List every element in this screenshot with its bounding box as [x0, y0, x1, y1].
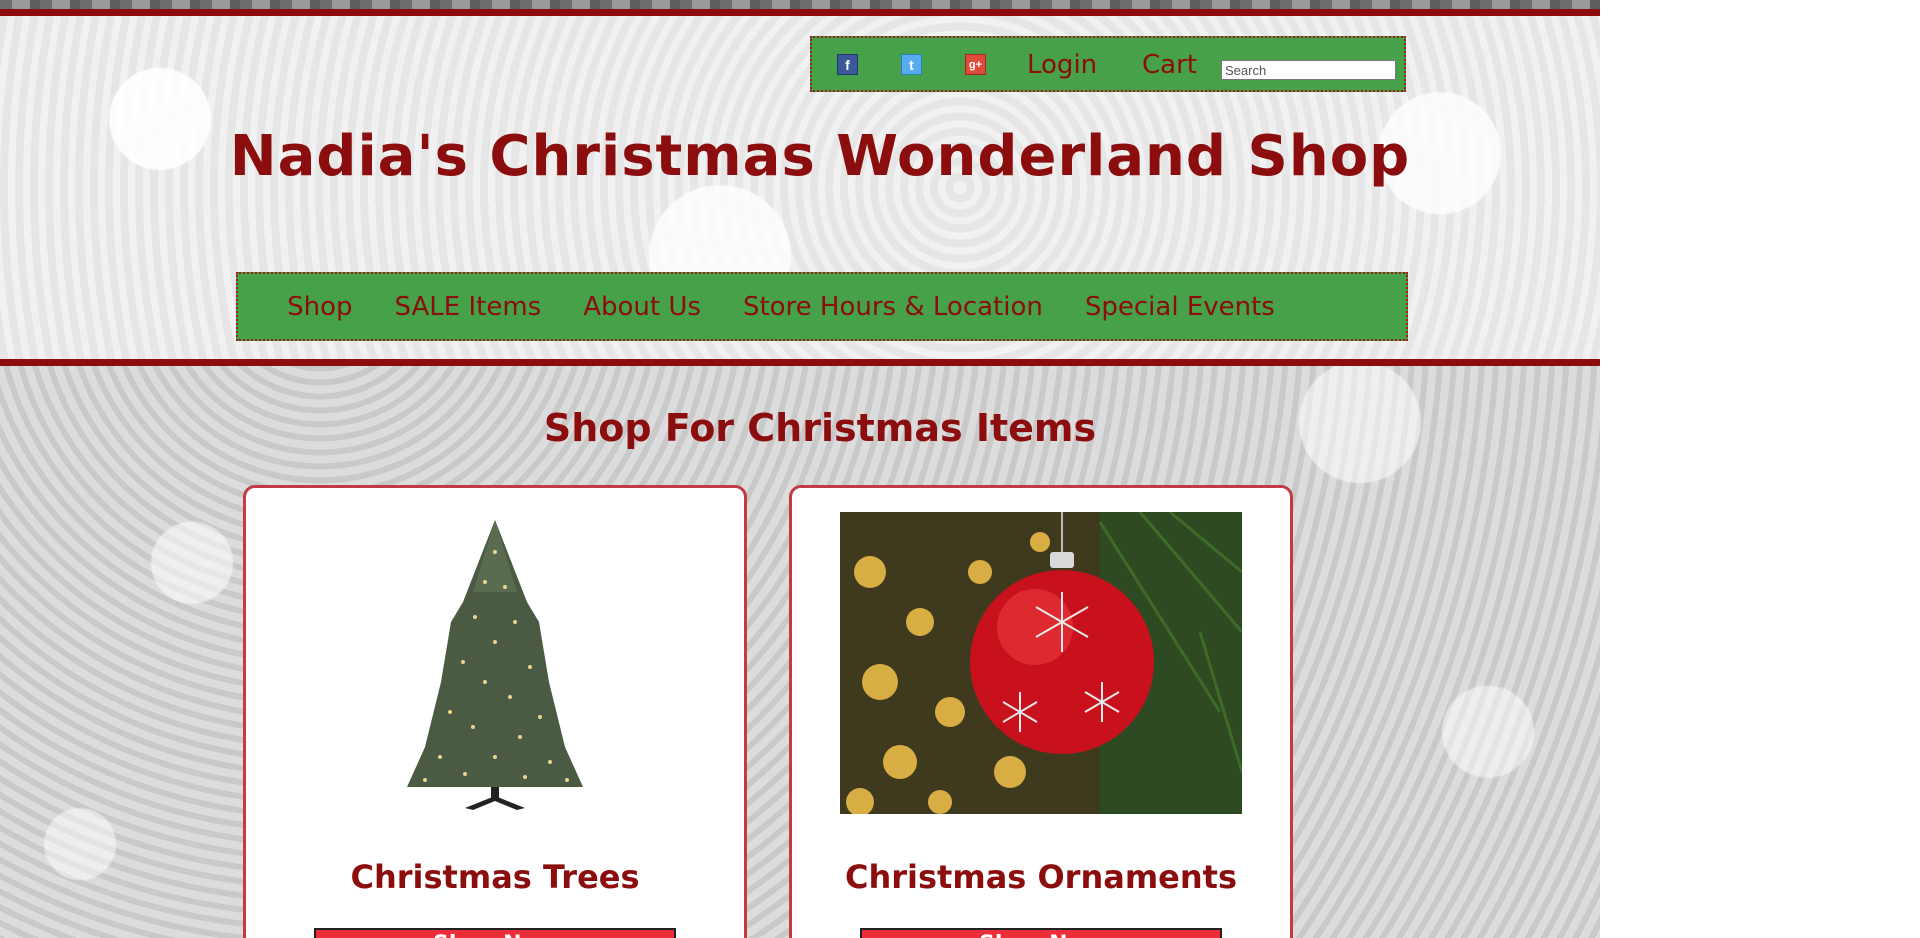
section-title: Shop For Christmas Items	[543, 406, 1097, 450]
nav-list: Shop SALE Items About Us Store Hours & L…	[238, 274, 1406, 339]
nav-item-sale-items[interactable]: SALE Items	[395, 292, 542, 322]
search-input[interactable]	[1221, 60, 1396, 80]
header-bottom-red-rule	[0, 359, 1600, 366]
main-nav: Shop SALE Items About Us Store Hours & L…	[236, 272, 1408, 341]
nav-item-special-events[interactable]: Special Events	[1085, 292, 1275, 322]
facebook-icon[interactable]: f	[837, 54, 858, 75]
cart-link[interactable]: Cart	[1142, 50, 1197, 80]
twitter-icon[interactable]: t	[901, 54, 922, 75]
christmas-ornament-image[interactable]	[840, 512, 1242, 814]
product-card-ornaments: Christmas Ornaments Shop Now	[789, 485, 1293, 938]
site-title: Nadia's Christmas Wonderland Shop	[229, 124, 1411, 189]
top-decor-strip	[0, 0, 1600, 9]
card-title: Christmas Ornaments	[844, 858, 1237, 896]
site-header: f t g+ Login Cart Nadia's Christmas Wond…	[0, 16, 1600, 359]
christmas-tree-image[interactable]	[345, 512, 747, 814]
top-red-rule	[0, 9, 1600, 16]
login-link[interactable]: Login	[1027, 50, 1097, 80]
card-title: Christmas Trees	[350, 858, 640, 896]
google-plus-icon[interactable]: g+	[965, 54, 986, 75]
nav-item-shop[interactable]: Shop	[287, 292, 352, 322]
nav-item-store-hours-location[interactable]: Store Hours & Location	[743, 292, 1043, 322]
nav-item-about-us[interactable]: About Us	[583, 292, 701, 322]
shop-now-button[interactable]: Shop Now	[314, 928, 676, 938]
page: f t g+ Login Cart Nadia's Christmas Wond…	[0, 0, 1600, 938]
product-card-trees: Christmas Trees Shop Now	[243, 485, 747, 938]
utility-bar: f t g+ Login Cart	[810, 36, 1406, 92]
shop-now-button[interactable]: Shop Now	[860, 928, 1222, 938]
